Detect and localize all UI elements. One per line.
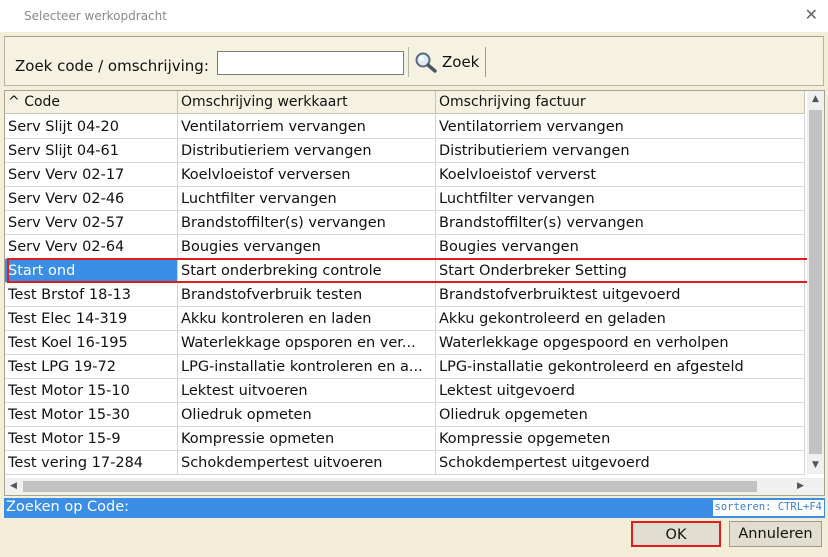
- cell-omschrijving-werkkaart: Luchtfilter vervangen: [178, 187, 436, 210]
- scroll-down-icon[interactable]: ▼: [807, 457, 824, 474]
- ok-button[interactable]: OK: [631, 521, 721, 547]
- scrollbar-corner: [807, 478, 824, 495]
- title-bar: Selecteer werkopdracht ✕: [0, 0, 828, 32]
- table-row[interactable]: Serv Slijt 04-61 Distributieriem vervange…: [5, 139, 805, 163]
- cell-omschrijving-werkkaart: Akku kontroleren en laden: [178, 307, 436, 330]
- cell-code: Test Koel 16-195: [5, 331, 178, 354]
- cell-omschrijving-werkkaart: Waterlekkage opsporen en ver...: [178, 331, 436, 354]
- cell-code: Test Motor 15-9: [5, 427, 178, 450]
- table-row[interactable]: Test Koel 16-195 Waterlekkage opsporen en…: [5, 331, 805, 355]
- search-bar: Zoek code / omschrijving: Zoek: [4, 36, 824, 86]
- vertical-scroll-thumb[interactable]: [809, 110, 822, 454]
- cell-code: Serv Slijt 04-20: [5, 115, 178, 138]
- cell-omschrijving-werkkaart: Bougies vervangen: [178, 235, 436, 258]
- cell-omschrijving-factuur: Lektest uitgevoerd: [436, 379, 805, 402]
- cell-omschrijving-factuur: Waterlekkage opgespoord en verholpen: [436, 331, 805, 354]
- window-title: Selecteer werkopdracht: [24, 9, 167, 23]
- table-row[interactable]: Test LPG 19-72 LPG-installatie kontrolere…: [5, 355, 805, 379]
- cell-code: Test LPG 19-72: [5, 355, 178, 378]
- cell-omschrijving-werkkaart: Schokdempertest uitvoeren: [178, 451, 436, 474]
- status-bar: Zoeken op Code: sorteren: CTRL+F4: [4, 498, 825, 518]
- table-row-selected[interactable]: Start ond Start onderbreking controle Star…: [5, 259, 805, 283]
- column-header-label: Omschrijving werkkaart: [181, 94, 348, 110]
- table-row[interactable]: Serv Verv 02-64 Bougies vervangen Bougies …: [5, 235, 805, 259]
- sort-indicator-icon: ^: [8, 94, 20, 110]
- cell-code: Start ond: [5, 259, 178, 282]
- table-row[interactable]: Test Brstof 18-13 Brandstofverbruik teste…: [5, 283, 805, 307]
- cell-omschrijving-werkkaart: Lektest uitvoeren: [178, 379, 436, 402]
- cell-omschrijving-werkkaart: Brandstoffilter(s) vervangen: [178, 211, 436, 234]
- cell-omschrijving-werkkaart: Kompressie opmeten: [178, 427, 436, 450]
- table-row[interactable]: Test Motor 15-10 Lektest uitvoeren Lektest…: [5, 379, 805, 403]
- cell-omschrijving-werkkaart: Koelvloeistof verversen: [178, 163, 436, 186]
- cell-code: Serv Verv 02-46: [5, 187, 178, 210]
- scroll-left-icon[interactable]: ◀: [5, 478, 22, 495]
- column-header-label: Code: [24, 94, 61, 110]
- cell-code: Serv Slijt 04-61: [5, 139, 178, 162]
- horizontal-scrollbar[interactable]: ◀ ▶: [5, 478, 809, 495]
- column-header-code[interactable]: ^ Code: [5, 91, 178, 114]
- cell-omschrijving-factuur: LPG-installatie gekontroleerd en afgeste…: [436, 355, 805, 378]
- grid-header: ^ Code Omschrijving werkkaart Omschrijvi…: [5, 91, 805, 114]
- table-row[interactable]: Test Motor 15-9 Kompressie opmeten Kompres…: [5, 427, 805, 451]
- table-row[interactable]: Test vering 17-284 Schokdempertest uitvoe…: [5, 451, 805, 475]
- cell-omschrijving-factuur: Distributieriem vervangen: [436, 139, 805, 162]
- zoek-button-label: Zoek: [442, 53, 480, 71]
- sort-hint: sorteren: CTRL+F4: [712, 500, 824, 516]
- cell-omschrijving-werkkaart: Start onderbreking controle: [178, 259, 436, 282]
- cell-omschrijving-factuur: Oliedruk opgemeten: [436, 403, 805, 426]
- cell-omschrijving-factuur: Bougies vervangen: [436, 235, 805, 258]
- table-row[interactable]: Test Elec 14-319 Akku kontroleren en lade…: [5, 307, 805, 331]
- cell-omschrijving-factuur: Ventilatorriem vervangen: [436, 115, 805, 138]
- cell-code: Serv Verv 02-57: [5, 211, 178, 234]
- cancel-button[interactable]: Annuleren: [729, 521, 822, 547]
- work-order-grid: ^ Code Omschrijving werkkaart Omschrijvi…: [4, 90, 825, 496]
- cell-code: Test Brstof 18-13: [5, 283, 178, 306]
- table-row[interactable]: Serv Verv 02-17 Koelvloeistof verversen Ko…: [5, 163, 805, 187]
- cell-omschrijving-factuur: Kompressie opgemeten: [436, 427, 805, 450]
- zoek-button[interactable]: Zoek: [408, 47, 486, 77]
- horizontal-scroll-thumb[interactable]: [23, 481, 757, 492]
- cell-omschrijving-werkkaart: Oliedruk opmeten: [178, 403, 436, 426]
- scroll-up-icon[interactable]: ▲: [807, 91, 824, 108]
- cell-omschrijving-factuur: Brandstoffilter(s) vervangen: [436, 211, 805, 234]
- search-input[interactable]: [217, 51, 404, 75]
- column-header-label: Omschrijving factuur: [439, 94, 586, 110]
- cell-omschrijving-werkkaart: Distributieriem vervangen: [178, 139, 436, 162]
- table-row[interactable]: Serv Slijt 04-20 Ventilatorriem vervangen…: [5, 115, 805, 139]
- column-header-omschrijving-werkkaart[interactable]: Omschrijving werkkaart: [178, 91, 436, 114]
- magnifier-icon: [415, 52, 437, 73]
- cell-omschrijving-factuur: Brandstofverbruiktest uitgevoerd: [436, 283, 805, 306]
- cell-code: Serv Verv 02-64: [5, 235, 178, 258]
- cell-code: Test Motor 15-30: [5, 403, 178, 426]
- cell-omschrijving-werkkaart: LPG-installatie kontroleren en a...: [178, 355, 436, 378]
- vertical-scrollbar[interactable]: ▲ ▼: [807, 91, 824, 474]
- table-row[interactable]: Serv Verv 02-57 Brandstoffilter(s) vervan…: [5, 211, 805, 235]
- cell-code: Test Motor 15-10: [5, 379, 178, 402]
- status-text: Zoeken op Code:: [6, 499, 130, 515]
- cell-omschrijving-factuur: Akku gekontroleerd en geladen: [436, 307, 805, 330]
- dialog-content: Zoek code / omschrijving: Zoek ^ Code Om…: [0, 32, 828, 557]
- column-header-omschrijving-factuur[interactable]: Omschrijving factuur: [436, 91, 805, 114]
- cell-omschrijving-factuur: Schokdempertest uitgevoerd: [436, 451, 805, 474]
- cell-omschrijving-factuur: Koelvloeistof ververst: [436, 163, 805, 186]
- cell-code: Serv Verv 02-17: [5, 163, 178, 186]
- table-row[interactable]: Serv Verv 02-46 Luchtfilter vervangen Luch…: [5, 187, 805, 211]
- table-row[interactable]: Test Motor 15-30 Oliedruk opmeten Oliedruk…: [5, 403, 805, 427]
- cell-omschrijving-factuur: Luchtfilter vervangen: [436, 187, 805, 210]
- close-icon[interactable]: ✕: [805, 6, 818, 24]
- cell-code: Test vering 17-284: [5, 451, 178, 474]
- search-label: Zoek code / omschrijving:: [15, 57, 209, 75]
- cell-omschrijving-werkkaart: Brandstofverbruik testen: [178, 283, 436, 306]
- cell-omschrijving-factuur: Start Onderbreker Setting: [436, 259, 805, 282]
- cell-omschrijving-werkkaart: Ventilatorriem vervangen: [178, 115, 436, 138]
- cell-code: Test Elec 14-319: [5, 307, 178, 330]
